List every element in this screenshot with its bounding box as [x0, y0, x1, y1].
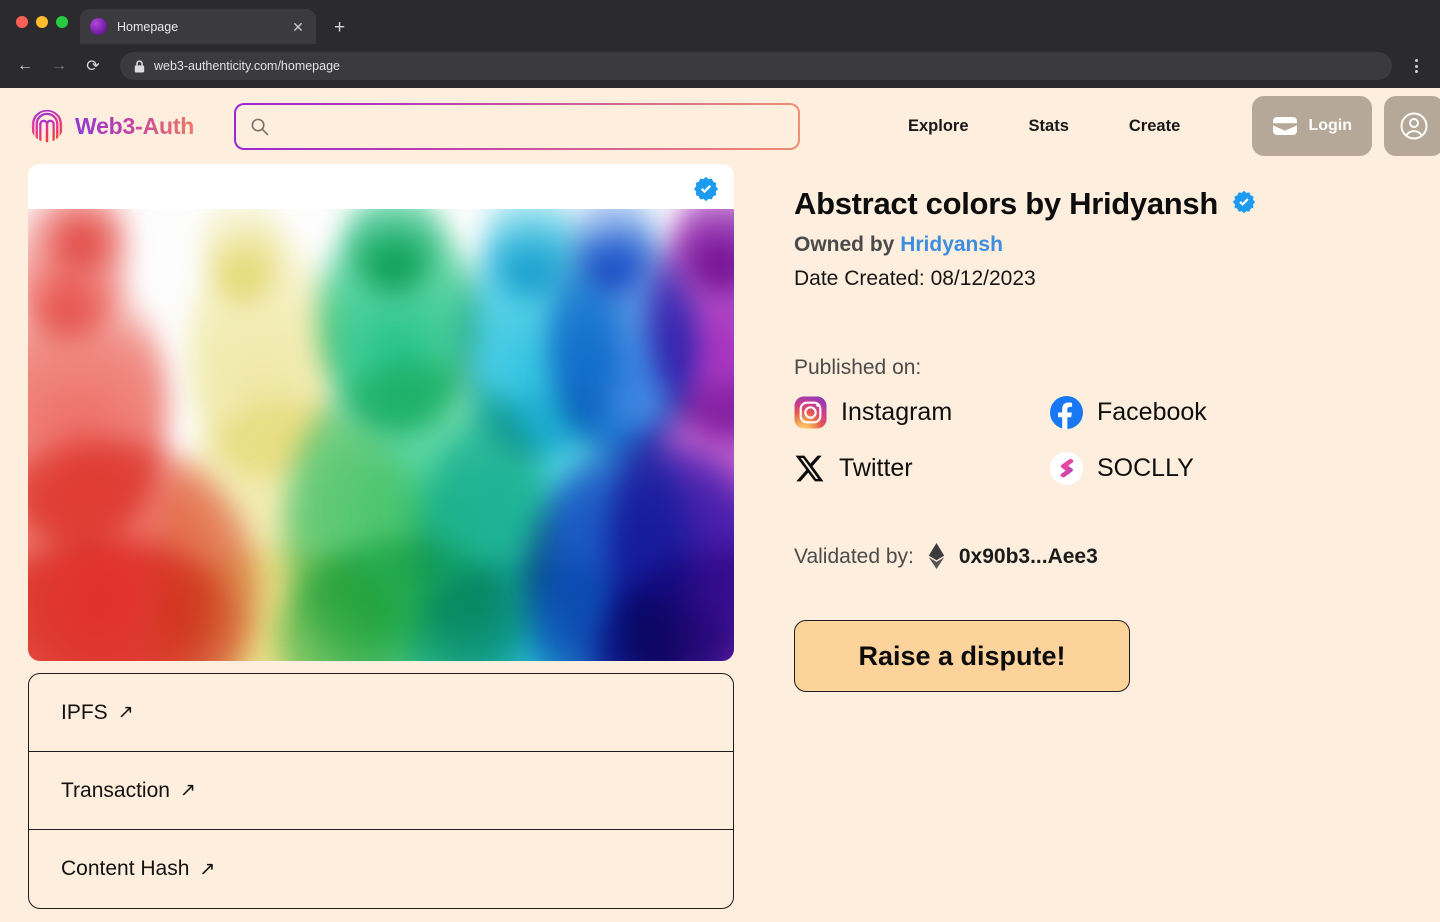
- external-link-icon: ↗: [117, 702, 134, 723]
- forward-button[interactable]: →: [44, 51, 74, 81]
- fingerprint-icon: [30, 109, 64, 143]
- artwork-column: IPFS ↗ Transaction ↗ Content Hash ↗: [28, 164, 734, 909]
- page-title: Abstract colors by Hridyansh: [794, 186, 1218, 221]
- facebook-icon: [1050, 396, 1083, 429]
- soclly-icon: [1050, 452, 1083, 485]
- link-row-transaction[interactable]: Transaction ↗: [29, 752, 733, 830]
- platform-instagram[interactable]: Instagram: [794, 396, 1050, 429]
- maximize-window-button[interactable]: [56, 16, 68, 28]
- validated-by-label: Validated by:: [794, 544, 914, 568]
- validated-by-row: Validated by: 0x90b3...Aee3: [794, 543, 1414, 570]
- ethereum-icon: [928, 543, 945, 569]
- address-bar-url: web3-authenticity.com/homepage: [154, 59, 340, 73]
- link-label-ipfs: IPFS: [61, 700, 108, 724]
- tab-title: Homepage: [117, 19, 179, 34]
- link-label-content-hash: Content Hash: [61, 857, 190, 880]
- search-icon: [251, 118, 269, 135]
- artwork-image: [28, 209, 734, 661]
- nav-item-stats[interactable]: Stats: [999, 117, 1099, 136]
- minimize-window-button[interactable]: [36, 16, 48, 28]
- platform-facebook[interactable]: Facebook: [1050, 396, 1414, 429]
- login-button-label: Login: [1308, 117, 1353, 134]
- lock-icon: [134, 59, 145, 72]
- artwork-card: [28, 164, 734, 661]
- search-box[interactable]: [234, 102, 800, 150]
- account-button[interactable]: [1384, 96, 1440, 156]
- browser-toolbar: ← → ⟳ web3-authenticity.com/homepage: [0, 44, 1440, 88]
- user-circle-icon: [1400, 112, 1428, 140]
- link-row-ipfs[interactable]: IPFS ↗: [29, 674, 733, 752]
- new-tab-button[interactable]: +: [334, 18, 345, 37]
- artifact-details: Abstract colors by Hridyansh Owned by Hr…: [794, 164, 1414, 909]
- close-window-button[interactable]: [16, 16, 28, 28]
- artwork-card-topbar: [28, 164, 734, 209]
- external-link-icon: ↗: [199, 858, 216, 880]
- artwork-verified-badge-icon: [693, 176, 719, 207]
- published-on-label: Published on:: [794, 356, 922, 379]
- platform-name-instagram: Instagram: [841, 398, 953, 426]
- link-label-transaction: Transaction: [61, 778, 170, 802]
- owner-link[interactable]: Hridyansh: [900, 233, 1003, 256]
- site-logo-text: Web3-Auth: [75, 112, 195, 139]
- browser-tab[interactable]: Homepage ✕: [80, 9, 316, 44]
- tab-close-icon[interactable]: ✕: [290, 20, 306, 34]
- nav-item-explore[interactable]: Explore: [878, 117, 999, 136]
- wallet-icon: [1273, 117, 1298, 135]
- platform-name-soclly: SOCLLY: [1097, 454, 1194, 482]
- page-main: IPFS ↗ Transaction ↗ Content Hash ↗ Abst…: [0, 164, 1440, 909]
- tab-favicon-icon: [90, 18, 107, 35]
- nav-item-create[interactable]: Create: [1099, 117, 1210, 136]
- external-link-icon: ↗: [179, 780, 196, 801]
- window-traffic-lights: [12, 0, 80, 44]
- title-row: Abstract colors by Hridyansh: [794, 186, 1414, 222]
- owned-by-label: Owned by: [794, 233, 895, 256]
- browser-menu-icon[interactable]: [1402, 59, 1430, 73]
- main-nav: Explore Stats Create: [878, 117, 1210, 136]
- owner-line: Owned by Hridyansh: [794, 233, 1414, 257]
- login-button[interactable]: Login: [1252, 96, 1373, 156]
- validator-address[interactable]: 0x90b3...Aee3: [959, 545, 1098, 569]
- site-header: Web3-Auth Explore Stats Create Login: [0, 88, 1440, 164]
- browser-window: Homepage ✕ + ← → ⟳ web3-authenticity.com…: [0, 0, 1440, 922]
- address-bar[interactable]: web3-authenticity.com/homepage: [120, 52, 1392, 80]
- site-logo[interactable]: Web3-Auth: [28, 107, 228, 145]
- browser-tabstrip: Homepage ✕ +: [0, 0, 1440, 44]
- platform-name-twitter: Twitter: [839, 454, 913, 482]
- search-input[interactable]: [279, 117, 784, 135]
- title-verified-badge-icon: [1232, 190, 1256, 219]
- platform-name-facebook: Facebook: [1097, 398, 1207, 426]
- published-platforms: Instagram Facebook Twitter SOCLLY: [794, 396, 1414, 485]
- instagram-icon: [794, 396, 827, 429]
- raise-dispute-button[interactable]: Raise a dispute!: [794, 620, 1130, 692]
- artifact-links-panel: IPFS ↗ Transaction ↗ Content Hash ↗: [28, 673, 734, 909]
- link-row-content-hash[interactable]: Content Hash ↗: [29, 830, 733, 908]
- reload-button[interactable]: ⟳: [78, 51, 108, 81]
- date-created: Date Created: 08/12/2023: [794, 267, 1036, 290]
- back-button[interactable]: ←: [10, 51, 40, 81]
- platform-soclly[interactable]: SOCLLY: [1050, 452, 1414, 485]
- twitter-x-icon: [795, 455, 824, 482]
- platform-twitter[interactable]: Twitter: [794, 453, 1050, 484]
